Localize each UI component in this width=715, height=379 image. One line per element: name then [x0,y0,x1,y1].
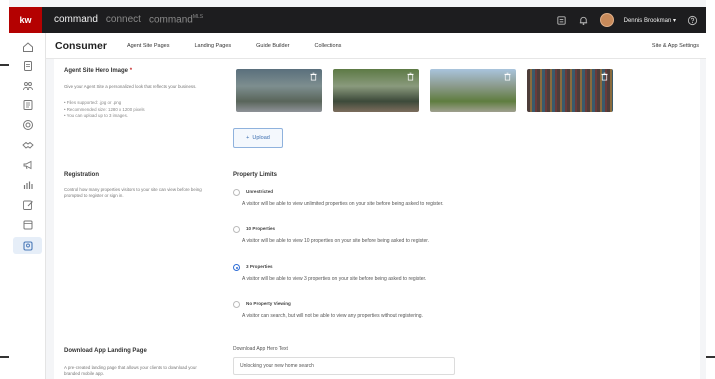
document-icon[interactable] [21,59,34,72]
registration-title: Registration [64,172,100,178]
right-margin [706,0,715,379]
hero-image-thumbnail[interactable] [236,69,322,112]
option-description: A visitor can search, but will not be ab… [242,313,423,319]
mls-command-link[interactable]: commandMLS [149,14,203,25]
product-switcher: command connect commandMLS [54,14,203,25]
mls-superscript: MLS [192,14,204,21]
tab-agent-site-pages[interactable]: Agent Site Pages [127,43,170,49]
window-icon[interactable] [21,218,34,231]
top-bar: kw command connect commandMLS Dennis Bro… [9,7,706,33]
left-edge-mark [0,64,9,66]
sub-header: Consumer Agent Site Pages Landing Pages … [46,33,706,59]
sidebar-nav [9,33,46,379]
radio-button[interactable] [233,301,240,308]
trash-icon[interactable] [503,72,512,81]
hero-image-title-text: Agent Site Hero Image [64,68,129,74]
hero-text-input[interactable]: Unlocking your new home search [233,357,455,375]
consumer-icon[interactable] [13,237,42,254]
people-icon[interactable] [21,79,34,92]
plus-icon: + [246,135,250,141]
handshake-icon[interactable] [21,138,34,151]
download-app-description: A pre-created landing page that allows y… [64,365,197,377]
hero-image-description: Give your Agent Site a personalized look… [64,84,197,89]
chevron-down-icon: ▾ [672,17,676,24]
option-label: 3 Properties [246,264,273,269]
kw-logo[interactable]: kw [9,7,42,33]
user-menu[interactable]: Dennis Brookman ▾ [624,17,676,24]
tab-landing-pages[interactable]: Landing Pages [194,43,231,49]
required-mark: * [129,68,133,74]
left-margin [0,0,9,379]
command-link[interactable]: command [54,14,98,25]
mls-command-label: command [148,14,193,26]
target-icon[interactable] [21,118,34,131]
requirement-item: • Recommended size: 1280 x 1200 pixels [64,106,145,112]
left-edge-mark [0,356,9,358]
page-title: Consumer [55,39,107,52]
trash-icon[interactable] [406,72,415,81]
list-icon[interactable] [21,98,34,111]
connect-link[interactable]: connect [106,14,141,25]
hero-image-title: Agent Site Hero Image * [64,68,132,74]
hero-image-thumbnail[interactable] [430,69,516,112]
chart-icon[interactable] [21,178,34,191]
megaphone-icon[interactable] [21,158,34,171]
download-app-title: Download App Landing Page [64,348,147,354]
settings-card: Agent Site Hero Image * Give your Agent … [54,59,700,379]
property-limits-title: Property Limits [233,172,278,178]
trash-icon[interactable] [600,72,609,81]
user-name: Dennis Brookman [623,17,672,24]
tab-collections[interactable]: Collections [314,43,341,49]
registration-description: Control how many properties visitors to … [64,187,202,199]
right-edge-mark [706,356,715,358]
edit-icon[interactable] [21,198,34,211]
radio-button-selected[interactable] [233,264,240,271]
hero-image-requirements: • Files supported: .jpg or .png • Recomm… [64,100,214,120]
trash-icon[interactable] [309,72,318,81]
upload-button[interactable]: + Upload [233,128,283,148]
apps-icon[interactable] [556,14,568,26]
option-label: Unrestricted [246,189,274,194]
requirement-item: • You can upload up to 3 images. [64,113,129,119]
hero-text-label: Download App Hero Text [233,346,288,352]
sub-nav: Agent Site Pages Landing Pages Guide Bui… [127,43,366,49]
user-avatar[interactable] [599,13,614,27]
upload-label: Upload [252,135,270,141]
option-description: A visitor will be able to view 10 proper… [242,238,430,244]
help-icon[interactable] [686,14,698,26]
radio-button[interactable] [233,226,240,233]
option-label: 10 Properties [246,226,276,231]
site-app-settings-link[interactable]: Site & App Settings [652,43,699,49]
option-label: No Property Viewing [246,301,291,306]
hero-image-thumbnail[interactable] [527,69,613,112]
bell-icon[interactable] [578,14,590,26]
top-bar-actions: Dennis Brookman ▾ [556,13,706,27]
option-description: A visitor will be able to view unlimited… [242,201,444,207]
option-description: A visitor will be able to view 3 propert… [242,276,427,282]
requirement-item: • Files supported: .jpg or .png [64,100,122,105]
hero-image-thumbnail[interactable] [333,69,419,112]
app-window: kw command connect commandMLS Dennis Bro… [0,0,715,379]
radio-button[interactable] [233,189,240,196]
home-icon[interactable] [21,40,34,53]
tab-guide-builder[interactable]: Guide Builder [256,43,289,49]
